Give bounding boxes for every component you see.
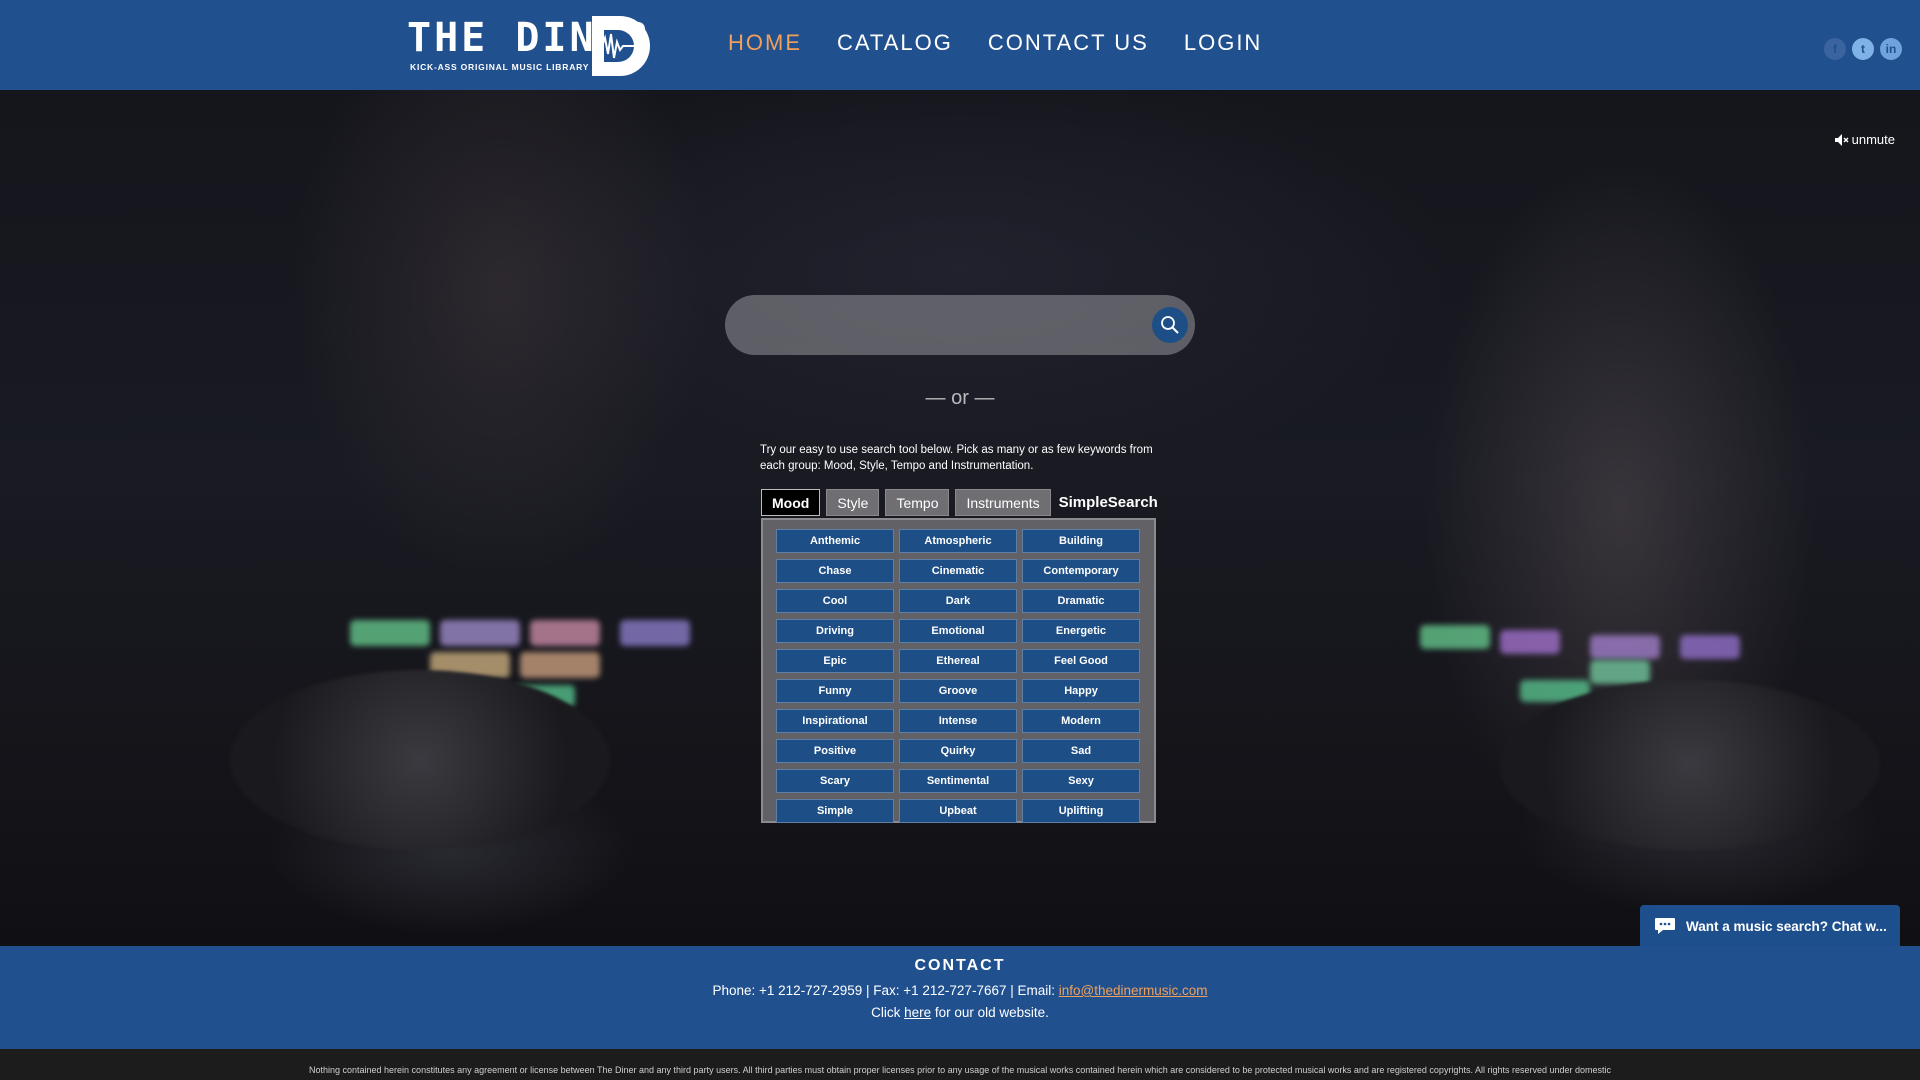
background-pad bbox=[520, 652, 600, 678]
keyword-button[interactable]: Upbeat bbox=[899, 799, 1017, 823]
background-turntable bbox=[230, 670, 610, 850]
old-website-suffix: for our old website. bbox=[931, 1005, 1049, 1020]
search-intro-text: Try our easy to use search tool below. P… bbox=[760, 444, 1153, 472]
search-icon bbox=[1161, 316, 1179, 334]
keyword-button[interactable]: Sentimental bbox=[899, 769, 1017, 793]
tab-tempo[interactable]: Tempo bbox=[885, 489, 950, 516]
background-pad bbox=[350, 620, 430, 646]
keyword-button[interactable]: Driving bbox=[776, 619, 894, 643]
contact-email-link[interactable]: info@thedinermusic.com bbox=[1059, 983, 1208, 998]
keyword-button[interactable]: Modern bbox=[1022, 709, 1140, 733]
tab-instruments[interactable]: Instruments bbox=[955, 489, 1051, 516]
background-turntable bbox=[1500, 680, 1880, 850]
keyword-button[interactable]: Uplifting bbox=[1022, 799, 1140, 823]
linkedin-icon[interactable]: in bbox=[1880, 38, 1902, 60]
unmute-label: unmute bbox=[1851, 132, 1895, 147]
nav-contact-us[interactable]: CONTACT US bbox=[988, 30, 1149, 56]
chat-widget-button[interactable]: Want a music search? Chat w... bbox=[1640, 905, 1900, 947]
keyword-grid: Anthemic Atmospheric Building Chase Cine… bbox=[776, 529, 1154, 823]
search-button[interactable] bbox=[1152, 307, 1188, 343]
keyword-button[interactable]: Chase bbox=[776, 559, 894, 583]
keyword-button[interactable]: Building bbox=[1022, 529, 1140, 553]
keyword-button[interactable]: Funny bbox=[776, 679, 894, 703]
keyword-button[interactable]: Sexy bbox=[1022, 769, 1140, 793]
chat-bubble-icon bbox=[1655, 918, 1675, 934]
waveform-icon bbox=[594, 33, 634, 59]
keyword-button[interactable]: Inspirational bbox=[776, 709, 894, 733]
keyword-button[interactable]: Positive bbox=[776, 739, 894, 763]
keyword-button[interactable]: Feel Good bbox=[1022, 649, 1140, 673]
main-nav: HOME CATALOG CONTACT US LOGIN bbox=[728, 30, 1262, 56]
tab-simple-search[interactable]: SimpleSearch bbox=[1057, 489, 1158, 516]
background-pad bbox=[530, 620, 600, 646]
logo-d-mark bbox=[592, 16, 650, 76]
contact-details: Phone: +1 212-727-2959 | Fax: +1 212-727… bbox=[0, 983, 1920, 998]
keyword-button[interactable]: Cinematic bbox=[899, 559, 1017, 583]
keyword-button[interactable]: Cool bbox=[776, 589, 894, 613]
keyword-button[interactable]: Happy bbox=[1022, 679, 1140, 703]
keyword-button[interactable]: Dramatic bbox=[1022, 589, 1140, 613]
background-pad bbox=[1500, 630, 1560, 654]
speaker-mute-icon bbox=[1834, 133, 1849, 146]
contact-section: CONTACT Phone: +1 212-727-2959 | Fax: +1… bbox=[0, 946, 1920, 1049]
keyword-button[interactable]: Simple bbox=[776, 799, 894, 823]
twitter-icon[interactable]: t bbox=[1852, 38, 1874, 60]
keyword-button[interactable]: Dark bbox=[899, 589, 1017, 613]
social-links: f t in bbox=[1824, 38, 1902, 60]
keyword-button[interactable]: Emotional bbox=[899, 619, 1017, 643]
tab-style[interactable]: Style bbox=[826, 489, 880, 516]
background-pad bbox=[620, 620, 690, 646]
or-divider: — or — bbox=[925, 387, 995, 409]
unmute-button[interactable]: unmute bbox=[1834, 132, 1895, 147]
keyword-button[interactable]: Scary bbox=[776, 769, 894, 793]
legal-footer: Nothing contained herein constitutes any… bbox=[0, 1049, 1920, 1080]
keyword-button[interactable]: Quirky bbox=[899, 739, 1017, 763]
keyword-button[interactable]: Groove bbox=[899, 679, 1017, 703]
keyword-button[interactable]: Sad bbox=[1022, 739, 1140, 763]
search-bar bbox=[725, 295, 1195, 355]
keyword-panel: Anthemic Atmospheric Building Chase Cine… bbox=[761, 518, 1156, 823]
keyword-button[interactable]: Ethereal bbox=[899, 649, 1017, 673]
background-pad bbox=[1420, 625, 1490, 649]
contact-phone-fax: Phone: +1 212-727-2959 | Fax: +1 212-727… bbox=[712, 983, 1059, 998]
background-pad bbox=[1680, 635, 1740, 659]
background-pad bbox=[1590, 660, 1650, 684]
keyword-button[interactable]: Energetic bbox=[1022, 619, 1140, 643]
keyword-button[interactable]: Anthemic bbox=[776, 529, 894, 553]
legal-disclaimer: Nothing contained herein constitutes any… bbox=[308, 1065, 1612, 1075]
background-pad bbox=[1590, 635, 1660, 659]
nav-login[interactable]: LOGIN bbox=[1184, 30, 1262, 56]
old-website-line: Click here for our old website. bbox=[0, 1005, 1920, 1020]
old-website-prefix: Click bbox=[871, 1005, 905, 1020]
old-website-link[interactable]: here bbox=[904, 1005, 931, 1020]
logo-tagline: KICK-ASS ORIGINAL MUSIC LIBRARY bbox=[410, 62, 590, 72]
keyword-button[interactable]: Atmospheric bbox=[899, 529, 1017, 553]
keyword-button[interactable]: Epic bbox=[776, 649, 894, 673]
nav-catalog[interactable]: CATALOG bbox=[837, 30, 953, 56]
contact-title: CONTACT bbox=[914, 957, 1006, 974]
nav-home[interactable]: HOME bbox=[728, 30, 802, 56]
hero-video-background: unmute — or — Try our easy to use search… bbox=[0, 90, 1920, 946]
logo[interactable]: THE DINER KICK-ASS ORIGINAL MUSIC LIBRAR… bbox=[407, 14, 652, 78]
keyword-tabs: Mood Style Tempo Instruments SimpleSearc… bbox=[761, 489, 1158, 516]
tab-mood[interactable]: Mood bbox=[761, 489, 821, 516]
keyword-button[interactable]: Contemporary bbox=[1022, 559, 1140, 583]
background-pad bbox=[440, 620, 520, 646]
search-input[interactable] bbox=[747, 305, 1127, 345]
chat-widget-label: Want a music search? Chat w... bbox=[1686, 918, 1887, 934]
site-header: THE DINER KICK-ASS ORIGINAL MUSIC LIBRAR… bbox=[0, 0, 1920, 90]
facebook-icon[interactable]: f bbox=[1824, 38, 1846, 60]
keyword-button[interactable]: Intense bbox=[899, 709, 1017, 733]
